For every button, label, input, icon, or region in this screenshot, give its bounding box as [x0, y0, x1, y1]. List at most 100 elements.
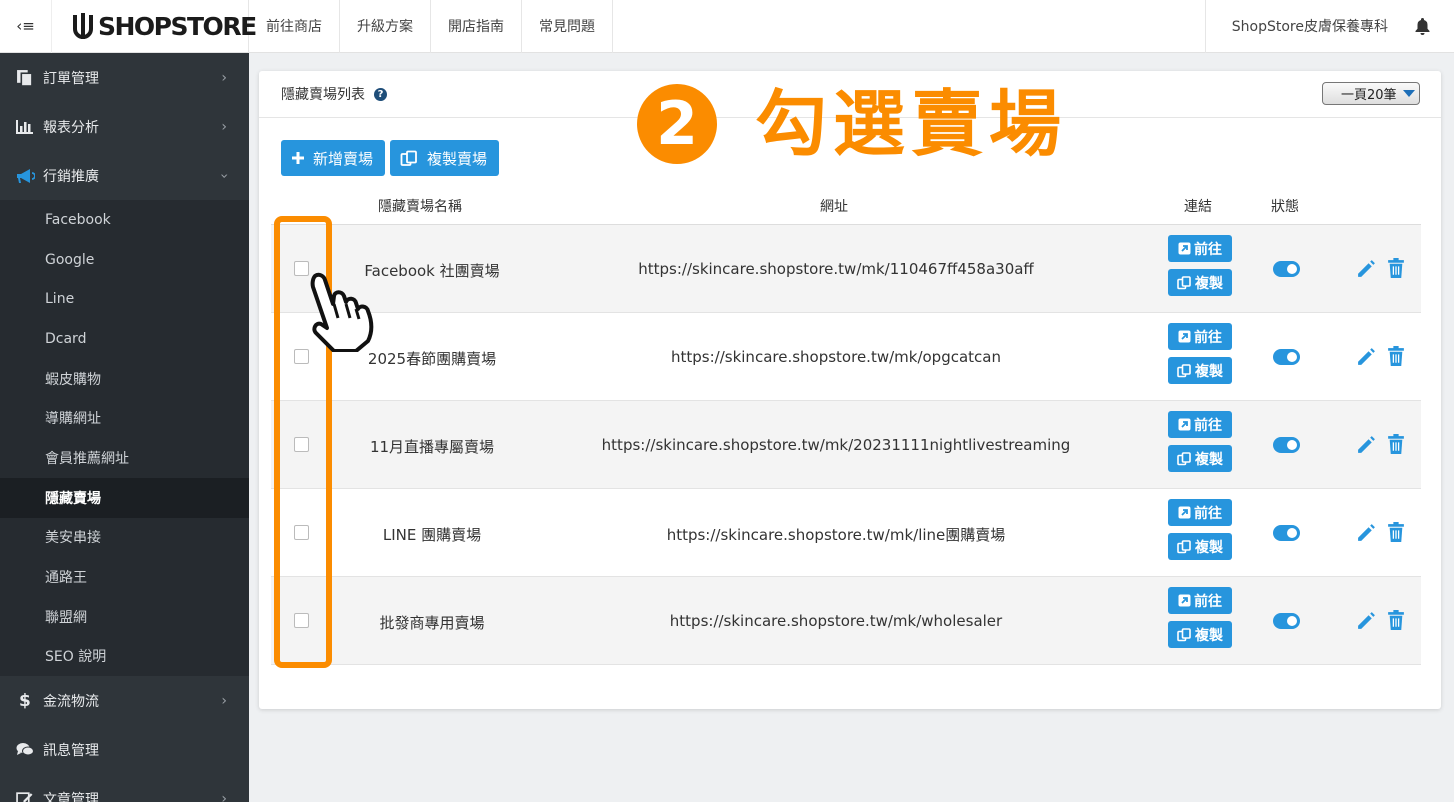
- copy-icon: [400, 150, 419, 167]
- sidebar-sub-referral-url[interactable]: 導購網址: [0, 398, 249, 438]
- sidebar-sub-google[interactable]: Google: [0, 240, 249, 280]
- sidebar-sub-meian[interactable]: 美安串接: [0, 518, 249, 558]
- add-store-label: 新增賣場: [313, 149, 374, 168]
- nav-go-store[interactable]: 前往商店: [249, 0, 340, 53]
- top-right: ShopStore皮膚保養專科: [1204, 0, 1454, 53]
- copy-button[interactable]: 複製: [1168, 269, 1232, 296]
- delete-button[interactable]: [1387, 346, 1405, 371]
- row-actions: [1356, 258, 1405, 283]
- sidebar-sub-member-referral[interactable]: 會員推薦網址: [0, 438, 249, 478]
- status-toggle[interactable]: [1273, 525, 1300, 541]
- go-button[interactable]: 前往: [1168, 587, 1232, 614]
- toggle-knob: [1287, 440, 1297, 450]
- chevron-right-icon: ›: [221, 692, 227, 709]
- edit-button[interactable]: [1356, 522, 1377, 547]
- copy-label: 複製: [1195, 275, 1223, 292]
- step-number-badge: 2: [637, 84, 717, 164]
- go-button[interactable]: 前往: [1168, 323, 1232, 350]
- link-buttons: 前往 複製: [1168, 587, 1232, 655]
- go-button[interactable]: 前往: [1168, 411, 1232, 438]
- hidden-store-card: 隱藏賣場列表 ? 一頁20筆 新增賣場 複製賣場 隱藏賣場名稱 網址 連結 狀態…: [259, 71, 1441, 709]
- go-button[interactable]: 前往: [1168, 499, 1232, 526]
- edit-button[interactable]: [1356, 346, 1377, 371]
- sidebar-item-marketing[interactable]: 行銷推廣 ›: [0, 151, 249, 200]
- edit-button[interactable]: [1356, 434, 1377, 459]
- sidebar-sub-facebook[interactable]: Facebook: [0, 200, 249, 240]
- copy-label: 複製: [1195, 627, 1223, 644]
- sidebar-sub-affiliate[interactable]: 聯盟網: [0, 597, 249, 637]
- copy-label: 複製: [1195, 539, 1223, 556]
- copy-icon: [1177, 451, 1192, 466]
- sidebar-sub-line[interactable]: Line: [0, 279, 249, 319]
- status-toggle[interactable]: [1273, 349, 1300, 365]
- pencil-icon: [1358, 348, 1375, 365]
- external-link-icon: [1178, 330, 1191, 343]
- status-toggle[interactable]: [1273, 613, 1300, 629]
- external-link-icon: [1178, 418, 1191, 431]
- sidebar-sub-shopee[interactable]: 蝦皮購物: [0, 359, 249, 399]
- sidebar-sub-dcard[interactable]: Dcard: [0, 319, 249, 359]
- copy-button[interactable]: 複製: [1168, 621, 1232, 648]
- sidebar-sub-hidden-store[interactable]: 隱藏賣場: [0, 477, 249, 518]
- question-circle-icon[interactable]: ?: [374, 87, 387, 101]
- status-toggle[interactable]: [1273, 261, 1300, 277]
- per-page-select[interactable]: 一頁20筆: [1322, 82, 1420, 105]
- go-label: 前往: [1194, 417, 1222, 434]
- go-button[interactable]: 前往: [1168, 235, 1232, 262]
- table-row: 11月直播專屬賣場 https://skincare.shopstore.tw/…: [271, 401, 1421, 489]
- status-toggle[interactable]: [1273, 437, 1300, 453]
- edit-button[interactable]: [1356, 610, 1377, 635]
- sidebar-item-label: 報表分析: [43, 119, 99, 136]
- sidebar-sub-seo[interactable]: SEO 說明: [0, 637, 249, 677]
- sidebar-item-reports[interactable]: 報表分析 ›: [0, 102, 249, 151]
- store-name[interactable]: ShopStore皮膚保養專科: [1204, 0, 1414, 53]
- copy-label: 複製: [1195, 451, 1223, 468]
- copy-icon: [1177, 275, 1192, 290]
- store-url-cell: https://skincare.shopstore.tw/mk/2023111…: [601, 436, 1071, 454]
- clipboard-icon: [16, 69, 38, 86]
- nav-store-guide[interactable]: 開店指南: [431, 0, 522, 53]
- copy-button[interactable]: 複製: [1168, 357, 1232, 384]
- menu-toggle-button[interactable]: ‹≡: [0, 0, 52, 53]
- nav-faq[interactable]: 常見問題: [522, 0, 613, 53]
- column-header-link: 連結: [1184, 199, 1212, 215]
- sidebar-item-orders[interactable]: 訂單管理 ›: [0, 53, 249, 102]
- step-annotation-text: 勾選賣場: [755, 82, 1068, 166]
- link-buttons: 前往 複製: [1168, 235, 1232, 303]
- sidebar-sub-channel-king[interactable]: 通路王: [0, 557, 249, 597]
- notification-button[interactable]: [1414, 17, 1454, 35]
- copy-button[interactable]: 複製: [1168, 533, 1232, 560]
- dollar-icon: $: [19, 690, 31, 711]
- copy-store-button[interactable]: 複製賣場: [390, 140, 500, 176]
- nav-upgrade-plan[interactable]: 升級方案: [340, 0, 431, 53]
- delete-button[interactable]: [1387, 434, 1405, 459]
- logo[interactable]: SHOPSTORE: [52, 0, 257, 53]
- store-name-cell: 11月直播專屬賣場: [369, 438, 495, 456]
- edit-button[interactable]: [1356, 258, 1377, 283]
- external-link-icon: [1178, 594, 1191, 607]
- top-nav: 前往商店 升級方案 開店指南 常見問題: [249, 0, 613, 53]
- store-url-cell: https://skincare.shopstore.tw/mk/wholesa…: [669, 612, 1003, 630]
- store-url-cell: https://skincare.shopstore.tw/mk/opgcatc…: [671, 348, 1001, 366]
- delete-button[interactable]: [1387, 258, 1405, 283]
- column-header-url: 網址: [820, 199, 848, 215]
- external-link-icon: [1178, 506, 1191, 519]
- column-header-name: 隱藏賣場名稱: [378, 199, 462, 215]
- sidebar-item-payment-logistics[interactable]: $ 金流物流 ›: [0, 676, 249, 725]
- pencil-icon: [1358, 260, 1375, 277]
- trash-icon: [1388, 434, 1404, 454]
- row-actions: [1356, 434, 1405, 459]
- store-name-cell: 批發商專用賣場: [379, 614, 485, 632]
- go-label: 前往: [1194, 329, 1222, 346]
- copy-button[interactable]: 複製: [1168, 445, 1232, 472]
- go-label: 前往: [1194, 241, 1222, 258]
- sidebar-item-messages[interactable]: 訊息管理: [0, 725, 249, 774]
- add-store-button[interactable]: 新增賣場: [281, 140, 386, 176]
- toggle-knob: [1287, 616, 1297, 626]
- sidebar-item-articles[interactable]: 文章管理 ›: [0, 774, 249, 802]
- delete-button[interactable]: [1387, 610, 1405, 635]
- delete-button[interactable]: [1387, 522, 1405, 547]
- pointer-hand-icon: [305, 272, 379, 356]
- chevron-right-icon: ›: [221, 118, 227, 135]
- sidebar-item-label: 訊息管理: [43, 742, 99, 759]
